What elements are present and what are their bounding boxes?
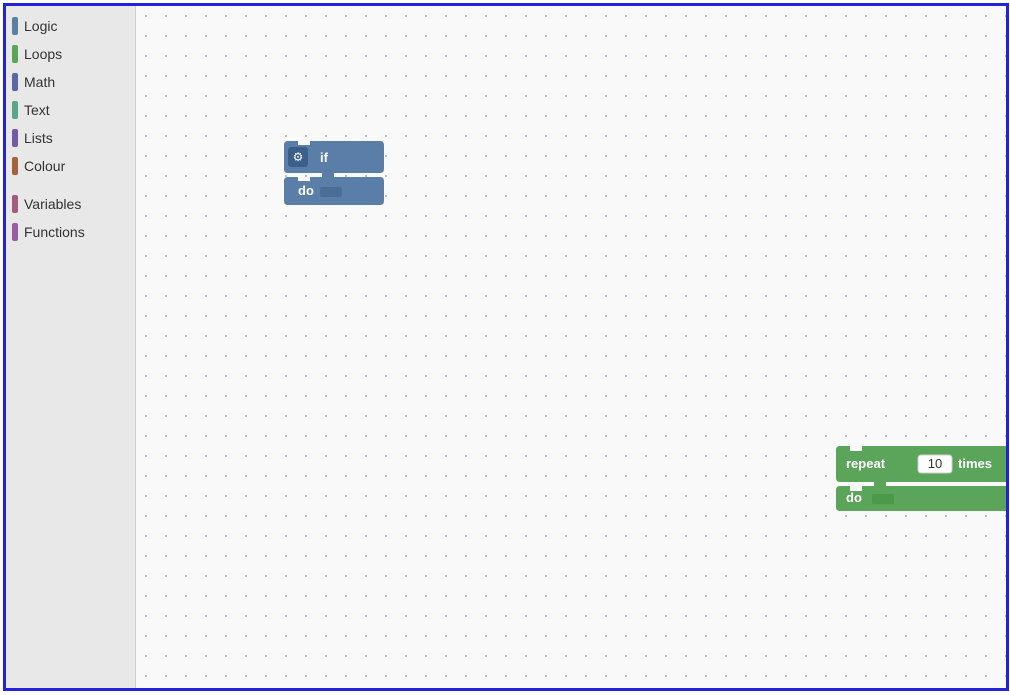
svg-text:do: do	[298, 183, 314, 198]
sidebar: Logic Loops Math Text Lists Colour Varia…	[6, 6, 136, 688]
sidebar-item-lists[interactable]: Lists	[6, 124, 135, 152]
sidebar-item-functions[interactable]: Functions	[6, 218, 135, 246]
sidebar-label-math: Math	[24, 74, 55, 90]
colour-color-bar	[12, 157, 18, 175]
lists-color-bar	[12, 129, 18, 147]
workspace[interactable]: ⚙ if do repeat 10	[136, 6, 1006, 688]
svg-text:times: times	[958, 456, 992, 471]
main-container: Logic Loops Math Text Lists Colour Varia…	[3, 3, 1009, 691]
sidebar-item-text[interactable]: Text	[6, 96, 135, 124]
math-color-bar	[12, 73, 18, 91]
sidebar-divider	[6, 180, 135, 190]
functions-color-bar	[12, 223, 18, 241]
svg-text:10: 10	[928, 456, 942, 471]
sidebar-label-text: Text	[24, 102, 50, 118]
logic-color-bar	[12, 17, 18, 35]
sidebar-item-colour[interactable]: Colour	[6, 152, 135, 180]
sidebar-label-functions: Functions	[24, 224, 85, 240]
sidebar-item-variables[interactable]: Variables	[6, 190, 135, 218]
loops-color-bar	[12, 45, 18, 63]
variables-color-bar	[12, 195, 18, 213]
sidebar-item-math[interactable]: Math	[6, 68, 135, 96]
if-block[interactable]: ⚙ if do	[284, 141, 384, 214]
sidebar-label-colour: Colour	[24, 158, 65, 174]
sidebar-label-lists: Lists	[24, 130, 53, 146]
sidebar-label-variables: Variables	[24, 196, 81, 212]
if-block-svg: ⚙ if do	[284, 141, 384, 209]
svg-text:if: if	[320, 150, 329, 165]
repeat-block[interactable]: repeat 10 times do	[836, 446, 1006, 516]
text-color-bar	[12, 101, 18, 119]
svg-text:do: do	[846, 490, 862, 505]
sidebar-label-loops: Loops	[24, 46, 62, 62]
sidebar-item-logic[interactable]: Logic	[6, 12, 135, 40]
svg-text:⚙: ⚙	[293, 150, 304, 164]
svg-text:repeat: repeat	[846, 456, 886, 471]
sidebar-label-logic: Logic	[24, 18, 57, 34]
repeat-block-svg: repeat 10 times do	[836, 446, 1006, 511]
sidebar-item-loops[interactable]: Loops	[6, 40, 135, 68]
